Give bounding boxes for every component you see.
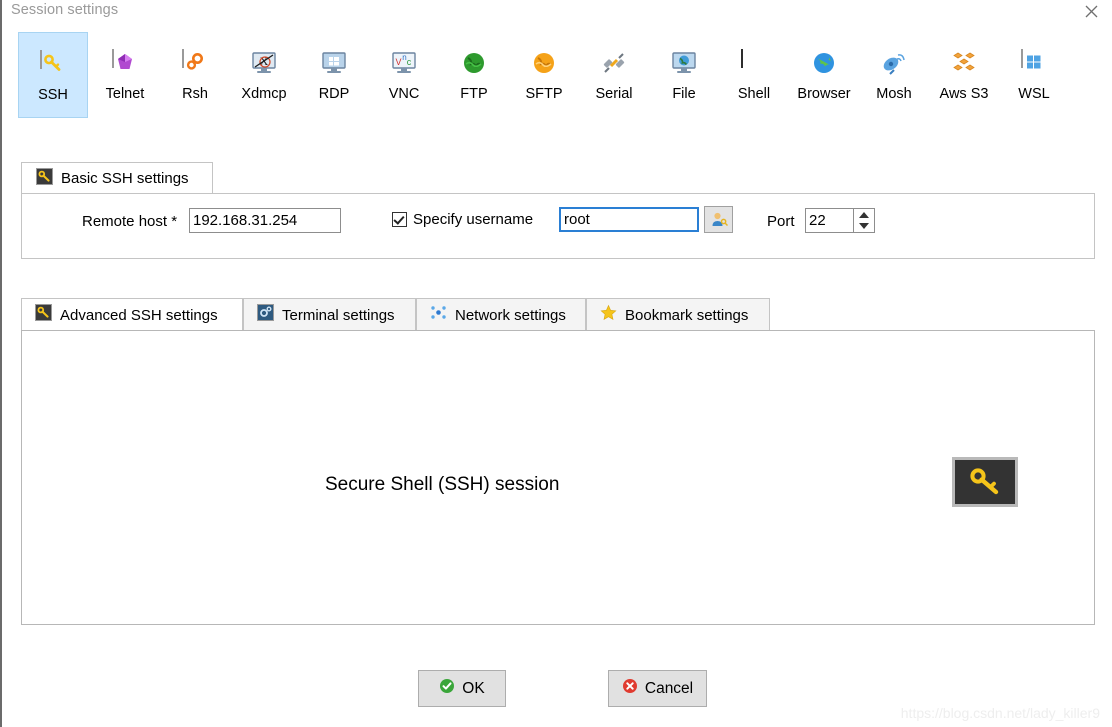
green-globe-icon <box>461 50 487 76</box>
window-title: Session settings <box>11 2 119 18</box>
session-type-label: Aws S3 <box>939 86 989 102</box>
remote-host-label: Remote host * <box>82 213 178 230</box>
specify-username-label: Specify username <box>413 211 534 228</box>
cancel-label: Cancel <box>644 679 694 697</box>
shell-prompt-icon: > <box>741 49 767 76</box>
green-check-icon <box>439 678 455 699</box>
tab-label: Network settings <box>455 306 566 324</box>
orange-gears-icon <box>182 49 208 76</box>
tab-basic-ssh-settings[interactable]: Basic SSH settings <box>21 162 213 194</box>
session-type-label: Mosh <box>876 86 912 102</box>
orange-globe-icon <box>531 50 557 76</box>
tab-terminal-settings[interactable]: Terminal settings <box>243 298 416 331</box>
session-type-file[interactable]: File <box>649 32 719 118</box>
session-type-label: Serial <box>595 86 633 102</box>
session-type-wsl[interactable]: WSL <box>999 32 1069 118</box>
key-icon <box>40 50 66 77</box>
file-monitor-icon <box>671 50 697 76</box>
session-type-aws-s3[interactable]: Aws S3 <box>929 32 999 118</box>
session-badge <box>952 457 1018 507</box>
session-type-label: Xdmcp <box>241 86 287 102</box>
basic-settings-tabstrip: Basic SSH settings <box>21 162 1095 194</box>
remote-host-input[interactable] <box>189 208 341 233</box>
close-icon <box>1085 5 1097 17</box>
tab-bookmark-settings[interactable]: Bookmark settings <box>586 298 770 331</box>
advanced-ssh-panel: Secure Shell (SSH) session <box>21 330 1095 625</box>
purple-gem-icon <box>112 49 138 76</box>
session-type-browser[interactable]: Browser <box>789 32 859 118</box>
port-label: Port <box>767 213 795 230</box>
username-input[interactable] <box>559 207 699 232</box>
svg-text:V: V <box>395 57 401 67</box>
session-type-label: RDP <box>318 86 350 102</box>
session-type-label: WSL <box>1018 86 1050 102</box>
chevron-up-icon <box>859 211 869 218</box>
session-type-telnet[interactable]: Telnet <box>90 32 160 118</box>
session-type-rdp[interactable]: RDP <box>299 32 369 118</box>
tab-label: Bookmark settings <box>625 306 749 324</box>
session-type-label: Telnet <box>105 86 145 102</box>
vnc-monitor-icon: V n c <box>391 50 417 76</box>
port-input[interactable] <box>805 208 854 233</box>
tab-label: Terminal settings <box>282 306 395 324</box>
aws-cubes-icon <box>951 50 977 76</box>
session-type-label: Browser <box>797 86 851 102</box>
session-type-label: File <box>672 86 696 102</box>
key-icon <box>36 167 53 190</box>
blue-globe-icon <box>811 50 837 76</box>
session-type-ftp[interactable]: FTP <box>439 32 509 118</box>
session-type-shell[interactable]: > Shell <box>719 32 789 118</box>
session-type-mosh[interactable]: Mosh <box>859 32 929 118</box>
specify-username-checkbox[interactable]: Specify username <box>392 211 533 228</box>
session-type-xdmcp[interactable]: X Xdmcp <box>229 32 299 118</box>
terminal-gear-icon <box>257 304 274 326</box>
tab-network-settings[interactable]: Network settings <box>416 298 586 331</box>
port-spinner-down[interactable] <box>854 221 874 233</box>
windows-monitor-icon <box>321 50 347 76</box>
session-type-label: Shell <box>737 86 771 102</box>
session-type-ssh[interactable]: SSH <box>18 32 88 118</box>
svg-text:c: c <box>407 57 412 67</box>
session-type-label: SSH <box>38 87 68 103</box>
user-key-icon <box>712 212 728 226</box>
checkbox-box <box>392 212 407 227</box>
serial-plug-icon <box>601 50 627 76</box>
key-icon <box>970 468 999 495</box>
network-nodes-icon <box>430 304 447 326</box>
session-type-sftp[interactable]: SFTP <box>509 32 579 118</box>
session-type-label: VNC <box>388 86 420 102</box>
windows-logo-icon <box>1021 49 1047 76</box>
satellite-dish-icon <box>881 50 907 76</box>
key-icon <box>35 304 52 326</box>
session-type-label: SFTP <box>525 86 563 102</box>
session-settings-window: Session settings SSH Telnet Rsh Xdmcp RD… <box>0 0 1112 727</box>
svg-text:>: > <box>746 54 752 65</box>
session-type-serial[interactable]: Serial <box>579 32 649 118</box>
x-monitor-icon: X <box>251 50 277 76</box>
session-type-label: FTP <box>460 86 488 102</box>
tab-advanced-ssh-settings[interactable]: Advanced SSH settings <box>21 298 243 331</box>
ok-label: OK <box>462 679 485 697</box>
session-type-label: Rsh <box>182 86 208 102</box>
port-spinner-up[interactable] <box>854 209 874 221</box>
cancel-button[interactable]: Cancel <box>608 670 707 707</box>
star-icon <box>600 304 617 326</box>
chevron-down-icon <box>859 223 869 230</box>
select-user-button[interactable] <box>704 206 733 233</box>
lower-tabstrip: Advanced SSH settings Terminal settings <box>21 298 1095 331</box>
port-spinner[interactable] <box>854 208 875 233</box>
session-description: Secure Shell (SSH) session <box>325 474 560 495</box>
title-bar: Session settings <box>2 0 1112 22</box>
session-type-vnc[interactable]: V n c VNC <box>369 32 439 118</box>
ok-button[interactable]: OK <box>418 670 506 707</box>
close-button[interactable] <box>1068 0 1112 22</box>
tab-label: Basic SSH settings <box>61 170 189 187</box>
red-x-icon <box>622 678 638 699</box>
watermark: https://blog.csdn.net/lady_killer9 <box>900 705 1100 721</box>
tab-label: Advanced SSH settings <box>60 306 218 324</box>
session-type-rsh[interactable]: Rsh <box>160 32 230 118</box>
basic-settings-panel: Remote host * Specify username Port <box>21 193 1095 259</box>
session-type-toolbar: SSH Telnet Rsh Xdmcp RDP V n c VNC FTP S… <box>2 32 1112 118</box>
